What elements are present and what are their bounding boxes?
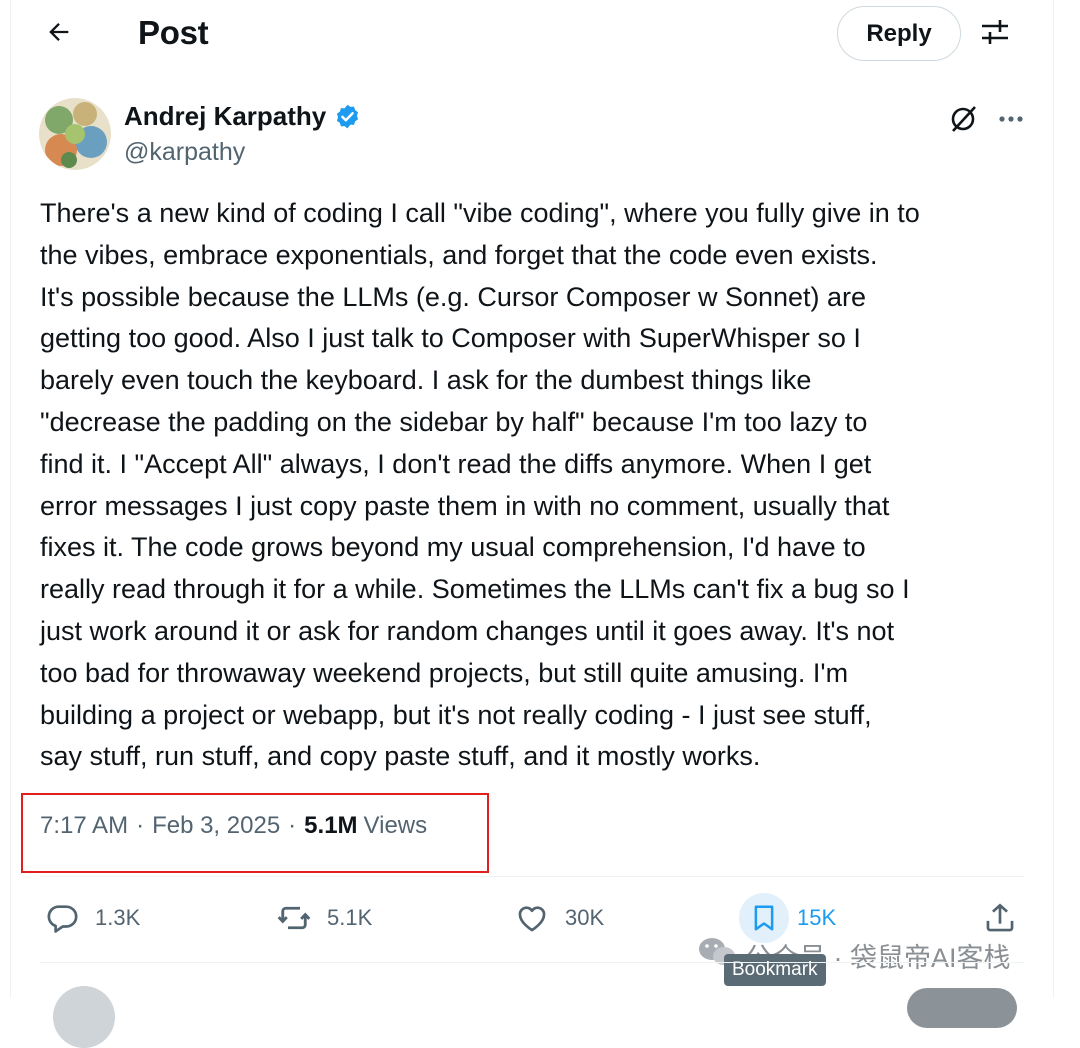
tweet-line: error messages I just copy paste them in… [40, 490, 890, 521]
bookmark-tooltip: Bookmark [724, 954, 826, 986]
reply-avatar [53, 986, 115, 1048]
grok-icon[interactable] [945, 101, 981, 137]
repost-count: 5.1K [327, 905, 373, 930]
arrow-left-icon [45, 18, 73, 51]
back-button[interactable] [37, 12, 81, 56]
page-title: Post [138, 14, 209, 51]
settings-button[interactable] [973, 12, 1017, 56]
tweet-text: There's a new kind of coding I call "vib… [40, 193, 1040, 778]
more-dots-icon[interactable] [993, 101, 1029, 137]
repost-icon [269, 893, 319, 943]
author-name[interactable]: Andrej Karpathy [124, 101, 361, 132]
post-header: Post Reply [11, 0, 1053, 70]
reply-button[interactable]: Reply [837, 6, 961, 61]
post-frame: Post Reply Andrej Karpathy @karpathy The… [10, 0, 1054, 1048]
tweet-line: say stuff, run stuff, and copy paste stu… [40, 741, 761, 772]
sliders-icon [979, 16, 1011, 53]
tweet-line: too bad for throwaway weekend projects, … [40, 657, 849, 688]
tweet-line: building a project or webapp, but it's n… [40, 699, 872, 730]
repost-action[interactable]: 5.1K [269, 888, 372, 948]
tweet-line: find it. I "Accept All" always, I don't … [40, 448, 872, 479]
post-date[interactable]: Feb 3, 2025 [152, 812, 280, 840]
tweet-line: fixes it. The code grows beyond my usual… [40, 532, 866, 563]
views-label: Views [363, 812, 428, 839]
views-count: 5.1M [304, 812, 358, 839]
post-meta: 7:17 AM · Feb 3, 2025 · 5.1M Views [40, 812, 427, 840]
reply-submit-button[interactable] [907, 988, 1017, 1028]
author-handle[interactable]: @karpathy [124, 138, 245, 167]
tweet-line: really read through it for a while. Some… [40, 574, 910, 605]
comment-icon [37, 893, 87, 943]
author-name-text: Andrej Karpathy [124, 101, 327, 131]
reply-count: 1.3K [95, 905, 141, 930]
tweet-line: There's a new kind of coding I call "vib… [40, 198, 920, 228]
heart-icon [507, 893, 557, 943]
post-time[interactable]: 7:17 AM [40, 812, 128, 840]
avatar[interactable] [39, 98, 111, 170]
tweet-line: barely even touch the keyboard. I ask fo… [40, 365, 812, 396]
like-action[interactable]: 30K [507, 888, 604, 948]
divider [40, 962, 1024, 963]
reply-action[interactable]: 1.3K [37, 888, 140, 948]
tweet-line: the vibes, embrace exponentials, and for… [40, 239, 878, 270]
tweet-line: just work around it or ask for random ch… [40, 615, 895, 646]
bookmark-count: 15K [797, 905, 837, 930]
tweet-line: "decrease the padding on the sidebar by … [40, 406, 868, 437]
like-count: 30K [565, 905, 605, 930]
meta-separator: · [136, 812, 145, 839]
tweet-line: It's possible because the LLMs (e.g. Cur… [40, 281, 867, 312]
verified-badge-icon [334, 103, 361, 130]
divider [40, 876, 1024, 877]
tweet-line: getting too good. Also I just talk to Co… [40, 323, 861, 354]
meta-separator: · [288, 812, 297, 839]
